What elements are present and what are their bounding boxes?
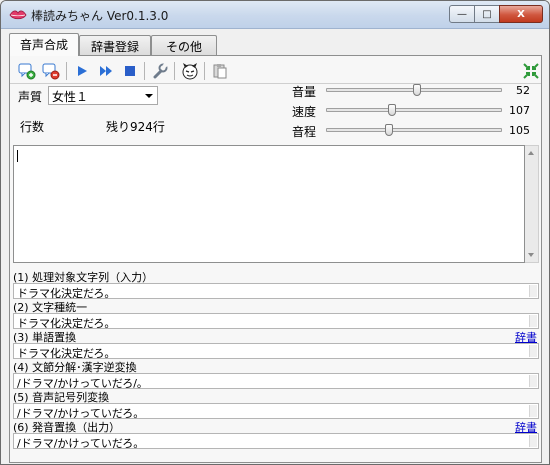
close-icon: X (517, 8, 525, 20)
stage-output-field[interactable]: ドラマ化決定だろ。 (13, 283, 539, 300)
stage-header: (1) 処理対象文字列（入力） (13, 269, 539, 284)
volume-slider-thumb[interactable] (413, 84, 421, 96)
field-scroll-handle[interactable] (529, 315, 537, 327)
clipboard-icon (213, 64, 227, 79)
speech-synthesis-panel: 声質 女性１ 行数 残り924行 音量 52 速度 107 音程 105 (1)… (9, 55, 542, 463)
minimize-icon: — (457, 8, 467, 20)
lines-label: 行数 (20, 120, 45, 134)
field-scroll-handle[interactable] (529, 285, 537, 297)
remove-bubble-button[interactable] (40, 60, 62, 82)
toolbar-separator (174, 62, 175, 80)
pitch-slider-thumb[interactable] (385, 124, 393, 136)
voice-select[interactable]: 女性１ (48, 86, 158, 105)
voice-label: 声質 (18, 90, 43, 104)
lines-remaining: 残り924行 (106, 120, 165, 134)
pitch-label: 音程 (292, 125, 317, 139)
volume-label: 音量 (292, 85, 317, 99)
title-bar[interactable]: 棒読みちゃん Ver0.1.3.0 — □ X (1, 1, 549, 29)
stage-header: (6) 発音置換（出力） 辞書 (13, 419, 539, 434)
speech-text-input[interactable] (13, 145, 525, 263)
toolbar-separator (144, 62, 145, 80)
fast-forward-icon (100, 66, 112, 76)
maximize-icon: □ (482, 8, 492, 20)
stage-output-field[interactable]: /ドラマ/かけっていだろ/。 (13, 373, 539, 390)
character-button[interactable] (179, 60, 201, 82)
stage-output-field[interactable]: ドラマ化決定だろ。 (13, 343, 539, 360)
toolbar-divider (10, 83, 541, 84)
speed-slider-thumb[interactable] (388, 104, 396, 116)
minimize-button[interactable]: — (449, 5, 475, 23)
stage-output-field[interactable]: /ドラマ/かけっていだろ。 (13, 433, 539, 450)
play-button[interactable] (71, 60, 93, 82)
volume-value: 52 (516, 84, 530, 97)
main-window: 棒読みちゃん Ver0.1.3.0 — □ X 音声合成 辞書登録 その他 声質… (0, 0, 550, 465)
stage-value: /ドラマ/かけっていだろ。 (17, 437, 145, 450)
stage-header: (5) 音声記号列変換 (13, 389, 539, 404)
window-title: 棒読みちゃん Ver0.1.3.0 (31, 9, 169, 23)
stage-output-field[interactable]: /ドラマ/かけっていだろ。 (13, 403, 539, 420)
field-scroll-handle[interactable] (529, 405, 537, 417)
speed-value: 107 (509, 104, 530, 117)
voice-select-value: 女性１ (52, 90, 89, 104)
close-button[interactable]: X (499, 5, 543, 23)
chevron-down-icon (145, 94, 153, 98)
collapse-arrows-icon (523, 63, 539, 79)
skip-button[interactable] (95, 60, 117, 82)
volume-slider[interactable] (326, 84, 502, 96)
settings-button[interactable] (149, 60, 171, 82)
text-scrollbar[interactable] (525, 145, 539, 263)
face-icon (182, 63, 198, 80)
field-scroll-handle[interactable] (529, 375, 537, 387)
tab-other[interactable]: その他 (151, 35, 217, 55)
add-bubble-button[interactable] (16, 60, 38, 82)
stage-header: (4) 文節分解･漢字逆変換 (13, 359, 539, 374)
scroll-down-icon[interactable] (528, 253, 534, 257)
scroll-up-icon[interactable] (528, 151, 534, 155)
stage-header: (2) 文字種統一 (13, 299, 539, 314)
speech-bubble-add-icon (18, 63, 36, 80)
stop-icon (125, 66, 135, 76)
stage-output-field[interactable]: ドラマ化決定だろ。 (13, 313, 539, 330)
clipboard-button[interactable] (209, 60, 231, 82)
speed-label: 速度 (292, 105, 317, 119)
text-caret (17, 150, 18, 162)
pitch-slider[interactable] (326, 124, 502, 136)
pitch-value: 105 (509, 124, 530, 137)
tab-speech-synthesis[interactable]: 音声合成 (9, 33, 79, 56)
stop-button[interactable] (119, 60, 141, 82)
play-icon (78, 66, 87, 76)
field-scroll-handle[interactable] (529, 435, 537, 447)
tab-dictionary[interactable]: 辞書登録 (79, 35, 151, 55)
stage-header: (3) 単語置換 辞書 (13, 329, 539, 344)
speed-slider[interactable] (326, 104, 502, 116)
field-scroll-handle[interactable] (529, 345, 537, 357)
wrench-icon (153, 63, 168, 79)
lips-icon (9, 10, 27, 20)
maximize-button[interactable]: □ (474, 5, 500, 23)
toolbar-separator (204, 62, 205, 80)
toolbar-separator (66, 62, 67, 80)
speech-bubble-remove-icon (42, 63, 60, 80)
toolbar (16, 60, 539, 82)
compact-view-button[interactable] (520, 60, 542, 82)
